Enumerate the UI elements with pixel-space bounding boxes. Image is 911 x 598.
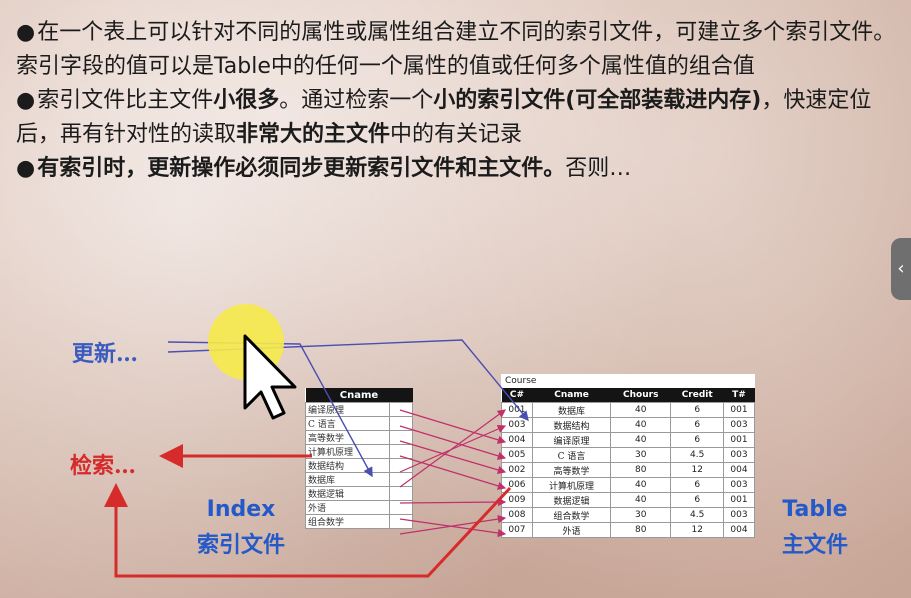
pointer-line xyxy=(399,497,507,507)
search-path xyxy=(104,444,512,578)
search-return-path xyxy=(104,483,512,578)
diagram-arrows xyxy=(104,304,529,578)
pointer-lines xyxy=(399,409,507,538)
pointer-line xyxy=(399,425,507,460)
pointer-line xyxy=(399,455,507,490)
pointer-line xyxy=(399,409,506,488)
pointer-line xyxy=(399,409,507,444)
pointer-line xyxy=(399,440,507,474)
